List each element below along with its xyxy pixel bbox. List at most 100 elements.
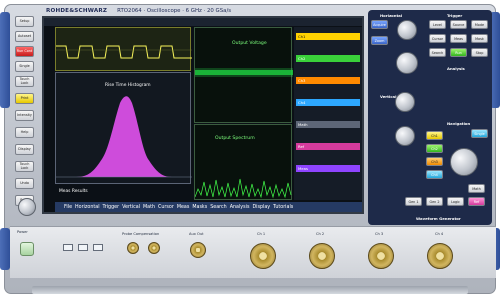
section-navigation: Navigation [447, 121, 471, 126]
voltage-band-glow [195, 68, 293, 77]
position-knob[interactable] [397, 20, 417, 40]
screen-menu-bar: File Horizontal Trigger Vertical Math Cu… [55, 202, 362, 212]
signal-ref[interactable]: Ref [296, 143, 360, 150]
instrument-foot [32, 286, 468, 294]
left-bumper [0, 12, 10, 108]
ch4-button[interactable]: Ch4 [426, 170, 443, 179]
navigation-knob[interactable] [450, 148, 478, 176]
output-spectrum-label: Output Spectrum [215, 136, 255, 141]
acquire-button[interactable]: Acquire [371, 20, 388, 29]
signal-ch1[interactable]: Ch1 [296, 33, 360, 40]
source-button[interactable]: Source [450, 20, 467, 29]
stop-button[interactable]: Stop [471, 48, 488, 57]
level-button[interactable]: Level [429, 20, 446, 29]
scale-knob[interactable] [396, 52, 418, 74]
vertical-position-knob[interactable] [395, 92, 415, 112]
histogram-window[interactable]: Rise Time Histogram [55, 72, 192, 184]
ch2-label: Ch 2 [316, 232, 325, 236]
ch3-label: Ch 3 [375, 232, 384, 236]
signal-ch3[interactable]: Ch3 [296, 77, 360, 84]
ch1-label: Ch 1 [257, 232, 266, 236]
aux-out-connector [190, 242, 206, 258]
screen-top-bar [44, 18, 362, 26]
section-trigger: Trigger [447, 13, 463, 18]
power-label: Power [17, 230, 28, 234]
signal-meas[interactable]: Meas [296, 165, 360, 172]
menu-horizontal[interactable]: Horizontal [75, 205, 100, 210]
usb-port-1[interactable] [63, 244, 73, 251]
aux-out-label: Aux Out [189, 232, 204, 236]
spectrum-trace [194, 178, 292, 199]
meas-button[interactable]: Meas [450, 34, 467, 43]
menu-meas[interactable]: Meas [177, 205, 190, 210]
left-button-column: Setup Autoset Run Cont Single Touch Lock… [12, 16, 38, 212]
setup-button[interactable]: Setup [15, 16, 34, 27]
voltage-window[interactable]: Output Voltage [194, 27, 293, 123]
signal-ch4[interactable]: Ch4 [296, 99, 360, 106]
run-cont-button[interactable]: Run Cont [15, 46, 34, 57]
intensity-button[interactable]: Intensity [15, 110, 34, 121]
ch3-connector [368, 243, 394, 269]
ref-button[interactable]: Ref [468, 197, 485, 206]
probe-compensation-label: Probe Compensation [122, 232, 160, 236]
help-button[interactable]: Help [15, 127, 34, 138]
signal-side-panel: Ch1 Ch2 Ch3 Ch4 Math Ref Meas [294, 27, 362, 200]
menu-vertical[interactable]: Vertical [122, 205, 140, 210]
display-button[interactable]: Display [15, 144, 34, 155]
model-name: RTO2064 · Oscilloscope · 6 GHz · 20 GSa/… [117, 7, 232, 14]
section-analysis: Analysis [447, 66, 465, 71]
print-button[interactable]: Print [15, 93, 34, 104]
ch3-button[interactable]: Ch3 [426, 157, 443, 166]
math-button[interactable]: Math [468, 184, 485, 193]
section-waveform-generator: Waveform Generator [416, 216, 461, 221]
menu-tutorials[interactable]: Tutorials [273, 205, 293, 210]
ch1-button[interactable]: Ch1 [426, 131, 443, 140]
zoom-window[interactable] [55, 27, 192, 71]
gen1-button[interactable]: Gen 1 [405, 197, 422, 206]
intensity-knob[interactable] [18, 198, 36, 216]
ch1-connector [250, 243, 276, 269]
logic-button[interactable]: Logic [447, 197, 464, 206]
mode-button[interactable]: Mode [471, 20, 488, 29]
menu-masks[interactable]: Masks [192, 205, 207, 210]
single-button[interactable]: Single [15, 61, 34, 72]
menu-file[interactable]: File [64, 205, 72, 210]
menu-cursor[interactable]: Cursor [158, 205, 174, 210]
usb-port-3[interactable] [93, 244, 103, 251]
cursor-button[interactable]: Cursor [429, 34, 446, 43]
ch4-connector [427, 243, 453, 269]
probe-comp-connector [127, 242, 139, 254]
mask-button[interactable]: Mask [471, 34, 488, 43]
undo-button[interactable]: Undo [15, 178, 34, 189]
zoom-trace [56, 45, 192, 59]
touch-lock-2-button[interactable]: Touch Lock [15, 161, 34, 172]
menu-analysis[interactable]: Analysis [230, 205, 250, 210]
menu-trigger[interactable]: Trigger [103, 205, 120, 210]
section-vertical: Vertical [380, 94, 397, 99]
histogram-chart [56, 96, 192, 178]
single-button-right[interactable]: Single [471, 129, 488, 138]
zoom-waveform [56, 45, 192, 59]
gen2-button[interactable]: Gen 2 [426, 197, 443, 206]
autoset-button[interactable]: Autoset [15, 31, 34, 42]
power-button[interactable] [20, 242, 34, 256]
signal-math[interactable]: Math [296, 121, 360, 128]
menu-display[interactable]: Display [252, 205, 270, 210]
menu-search[interactable]: Search [210, 205, 226, 210]
probe-ground-connector [148, 242, 160, 254]
meas-results-label: Meas Results [59, 189, 88, 194]
vertical-scale-knob[interactable] [395, 126, 415, 146]
control-panel: Horizontal Trigger Analysis Navigation V… [368, 10, 492, 225]
search-button[interactable]: Search [429, 48, 446, 57]
menu-math[interactable]: Math [143, 205, 155, 210]
histogram-title: Rise Time Histogram [105, 83, 151, 88]
spectrum-window[interactable]: Output Spectrum [194, 124, 292, 200]
left-bumper-bottom [0, 228, 10, 270]
zoom-button[interactable]: Zoom [371, 36, 388, 45]
display-screen: Rise Time Histogram Output Voltage Outpu… [42, 16, 364, 214]
usb-port-2[interactable] [78, 244, 88, 251]
run-button[interactable]: Run [450, 48, 467, 57]
touch-lock-button[interactable]: Touch Lock [15, 76, 34, 87]
signal-ch2[interactable]: Ch2 [296, 55, 360, 62]
ch2-button[interactable]: Ch2 [426, 144, 443, 153]
